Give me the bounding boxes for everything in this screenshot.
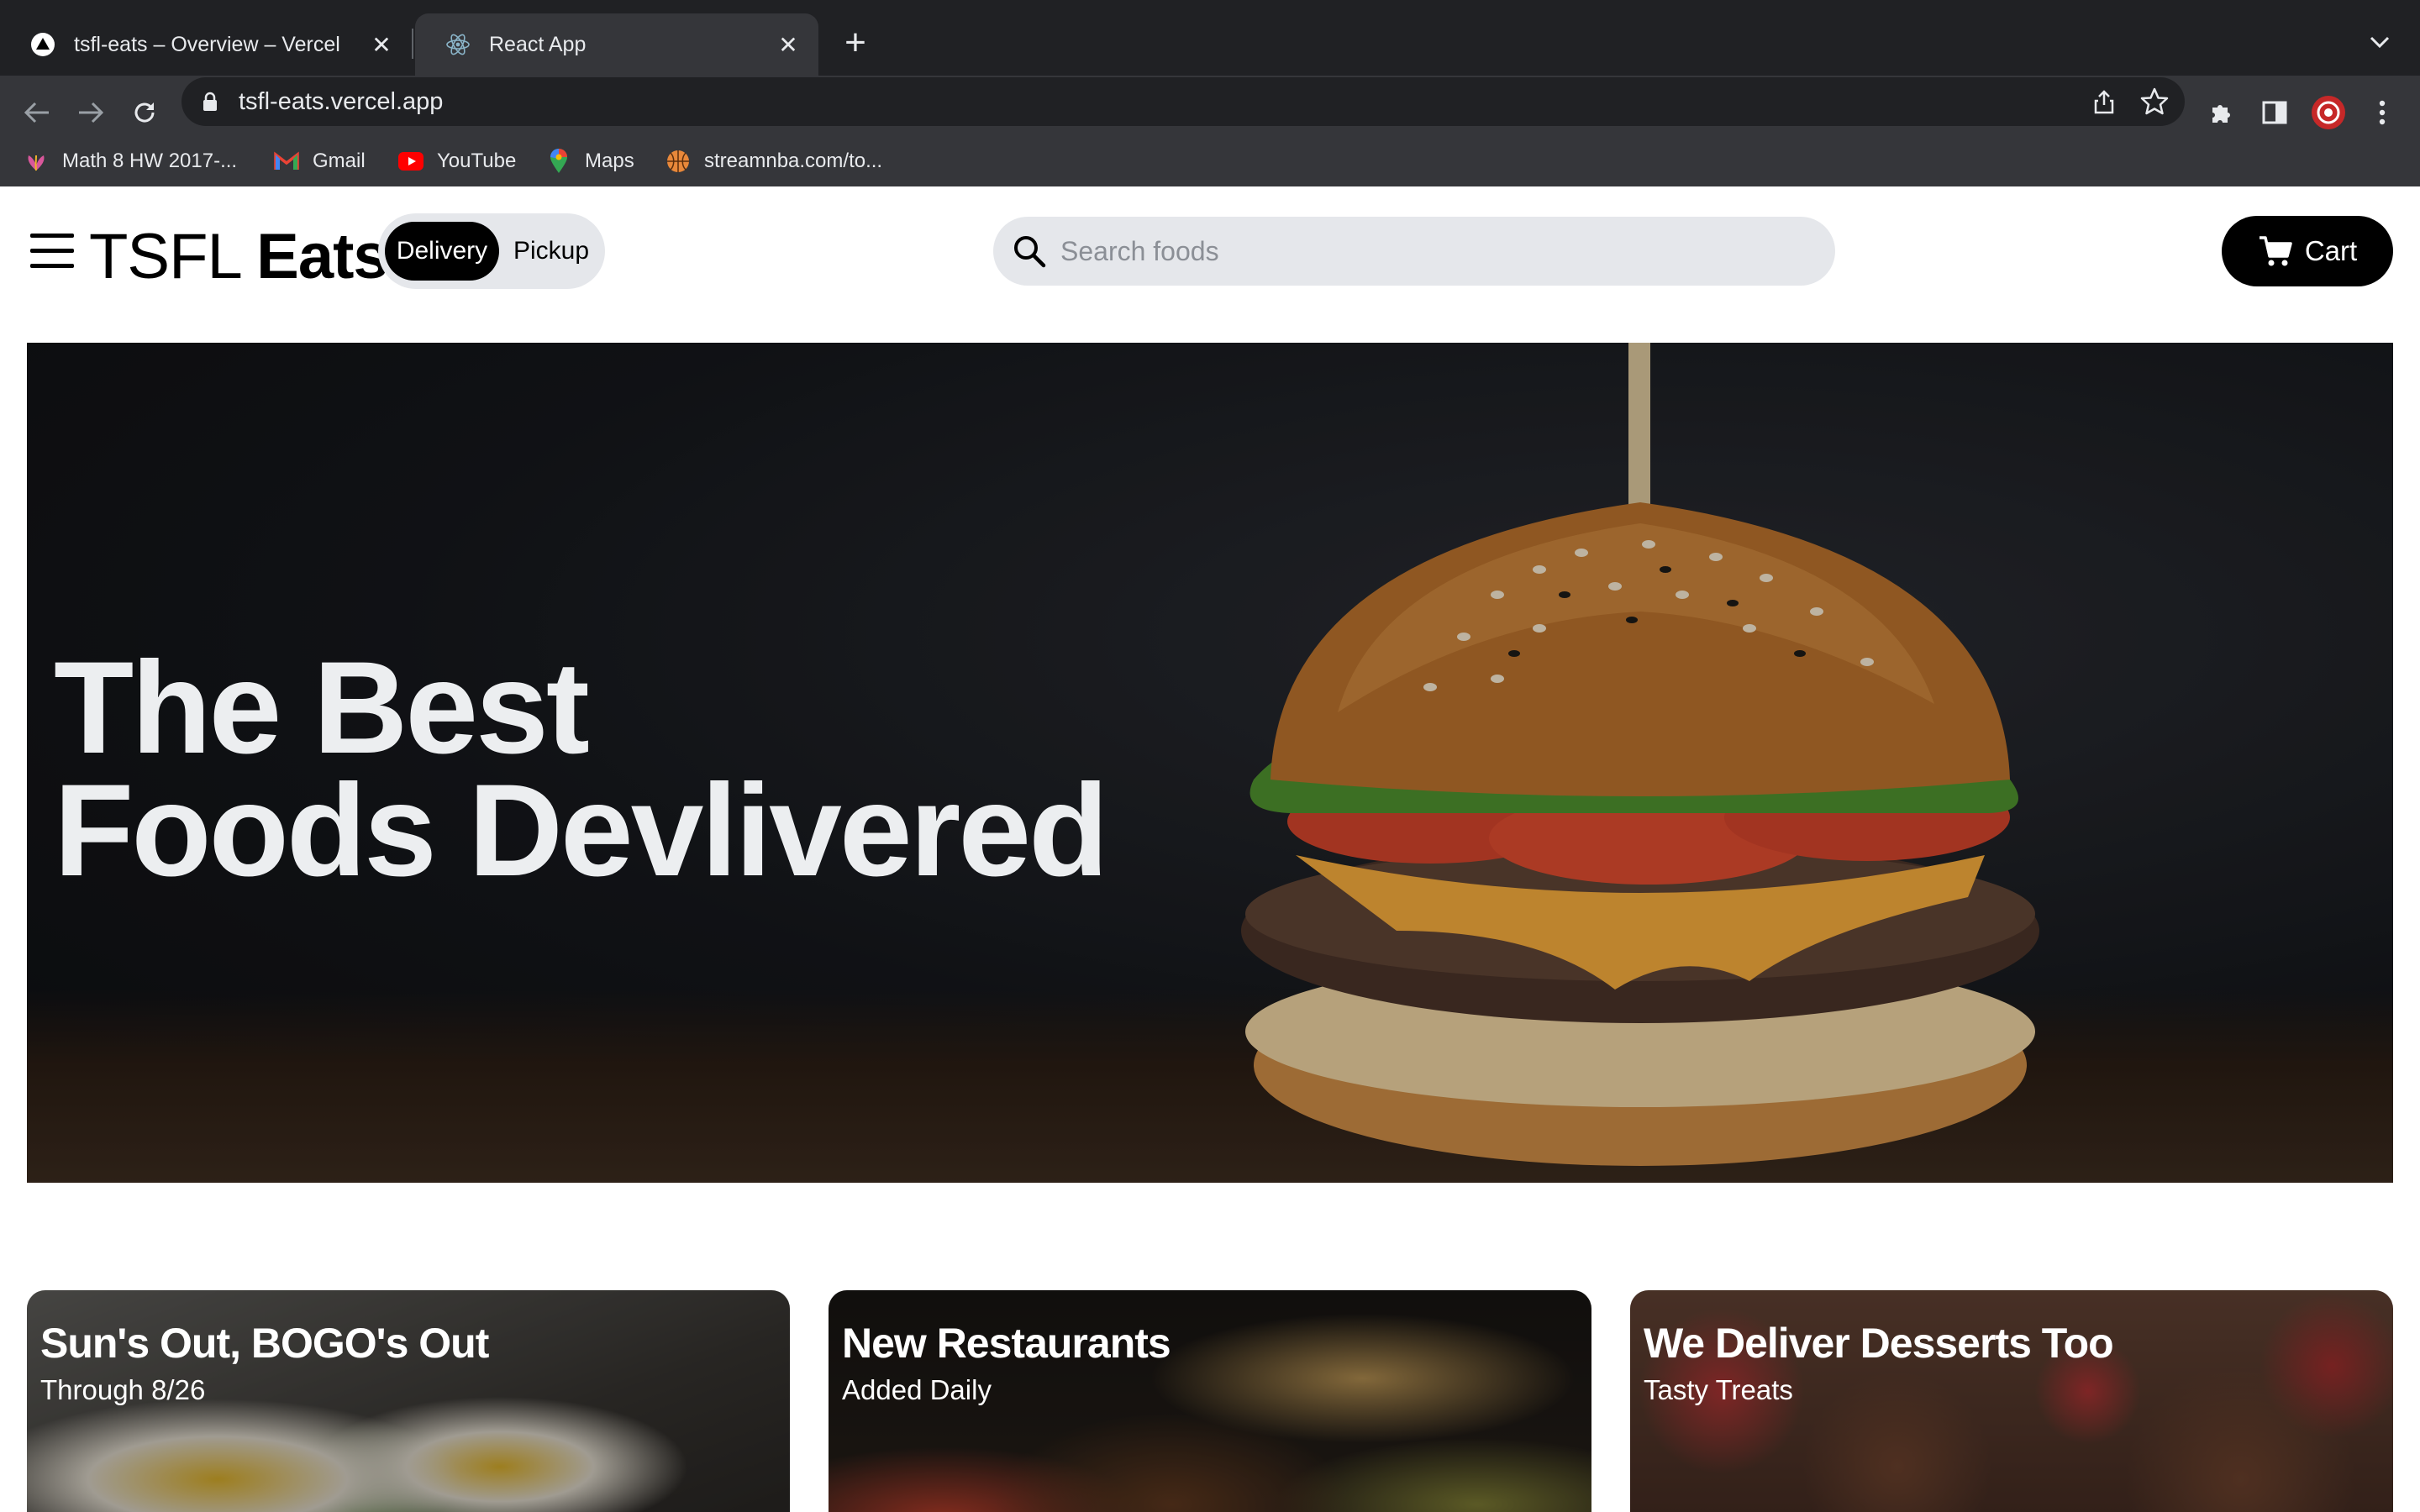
cart-label: Cart — [2304, 235, 2358, 266]
arrow-left-icon — [24, 102, 49, 123]
browser-tab-strip: tsfl-eats – Overview – Vercel ✕ React Ap… — [0, 0, 2420, 76]
forward-button[interactable] — [69, 91, 113, 134]
side-panel-icon — [2262, 101, 2287, 124]
bookmark-maps[interactable]: Maps — [546, 144, 634, 178]
delivery-option[interactable]: Delivery — [385, 222, 499, 281]
hero-banner: The Best Foods Devlivered — [27, 343, 2393, 1183]
promo-card-new-restaurants[interactable]: New Restaurants Added Daily — [829, 1290, 1591, 1512]
arrow-right-icon — [79, 102, 104, 123]
promo-card-desserts[interactable]: We Deliver Desserts Too Tasty Treats — [1630, 1290, 2393, 1512]
tab-divider — [412, 29, 413, 59]
bookmark-label: Gmail — [313, 150, 366, 172]
pickup-option[interactable]: Pickup — [502, 222, 600, 281]
browser-menu-button[interactable] — [2360, 91, 2404, 134]
tab-search-button[interactable] — [2363, 25, 2396, 59]
search-icon — [1014, 236, 1046, 268]
shopping-cart-icon — [2259, 236, 2292, 266]
url-text: tsfl-eats.vercel.app — [239, 88, 444, 115]
bookmark-math-hw[interactable]: Math 8 HW 2017-... — [24, 144, 237, 178]
chevron-down-icon — [2370, 36, 2390, 49]
address-bar[interactable]: tsfl-eats.vercel.app — [182, 77, 2185, 126]
cart-button[interactable]: Cart — [2222, 216, 2393, 286]
hamburger-menu-icon[interactable] — [30, 234, 74, 270]
card-subtitle: Tasty Treats — [1644, 1374, 1793, 1405]
profile-avatar[interactable] — [2307, 91, 2350, 134]
close-tab-icon[interactable]: ✕ — [365, 28, 398, 61]
tab-title: tsfl-eats – Overview – Vercel — [74, 32, 340, 56]
gmail-icon — [274, 149, 299, 174]
card-subtitle: Added Daily — [842, 1374, 992, 1405]
logo-bold-text: Eats — [256, 221, 389, 292]
puzzle-icon — [2212, 105, 2230, 123]
bookmarks-bar: Math 8 HW 2017-... Gmail YouTube Maps st… — [0, 134, 2420, 186]
new-tab-button[interactable]: + — [836, 24, 875, 62]
bookmark-label: YouTube — [437, 150, 517, 172]
avatar — [2312, 96, 2345, 129]
share-icon[interactable] — [2091, 88, 2118, 115]
bookmark-label: Math 8 HW 2017-... — [62, 150, 238, 172]
close-tab-icon[interactable]: ✕ — [771, 28, 805, 61]
youtube-icon — [398, 149, 424, 174]
search-bar — [993, 217, 1835, 286]
kebab-menu-icon — [2379, 100, 2386, 125]
vercel-triangle-icon — [31, 33, 55, 56]
extensions-button[interactable] — [2199, 91, 2243, 134]
delivery-pickup-toggle: Delivery Pickup — [378, 213, 605, 289]
back-button[interactable] — [15, 91, 59, 134]
flower-icon — [24, 149, 49, 174]
tab-vercel-overview[interactable]: tsfl-eats – Overview – Vercel ✕ — [0, 13, 412, 76]
bookmark-streamnba[interactable]: streamnba.com/to... — [666, 144, 882, 178]
card-subtitle: Through 8/26 — [40, 1374, 206, 1405]
promo-card-bogo[interactable]: Sun's Out, BOGO's Out Through 8/26 — [27, 1290, 790, 1512]
react-logo-icon — [446, 34, 470, 55]
bookmark-gmail[interactable]: Gmail — [274, 144, 366, 178]
bookmark-label: streamnba.com/to... — [704, 150, 883, 172]
lock-icon — [203, 92, 217, 111]
card-title: We Deliver Desserts Too — [1644, 1320, 2114, 1367]
bookmark-label: Maps — [585, 150, 634, 172]
card-title: New Restaurants — [842, 1320, 1171, 1367]
bookmark-star-icon[interactable] — [2139, 87, 2170, 117]
basketball-icon — [666, 149, 691, 174]
tab-title: React App — [489, 32, 587, 56]
site-logo[interactable]: TSFL Eats — [89, 220, 389, 293]
maps-pin-icon — [546, 149, 571, 174]
tab-react-app[interactable]: React App ✕ — [415, 13, 818, 76]
hero-line-2: Foods Devlivered — [54, 758, 1108, 904]
bookmark-youtube[interactable]: YouTube — [398, 144, 516, 178]
app-page: TSFL Eats Delivery Pickup Cart — [0, 186, 2420, 1512]
reload-button[interactable] — [123, 91, 166, 134]
reload-icon — [134, 102, 155, 123]
card-title: Sun's Out, BOGO's Out — [40, 1320, 489, 1367]
search-input[interactable] — [1060, 225, 1817, 277]
side-panel-button[interactable] — [2253, 91, 2296, 134]
hero-headline: The Best Foods Devlivered — [54, 635, 1108, 904]
logo-light-text: TSFL — [89, 221, 240, 292]
hero-line-1: The Best — [54, 635, 590, 781]
